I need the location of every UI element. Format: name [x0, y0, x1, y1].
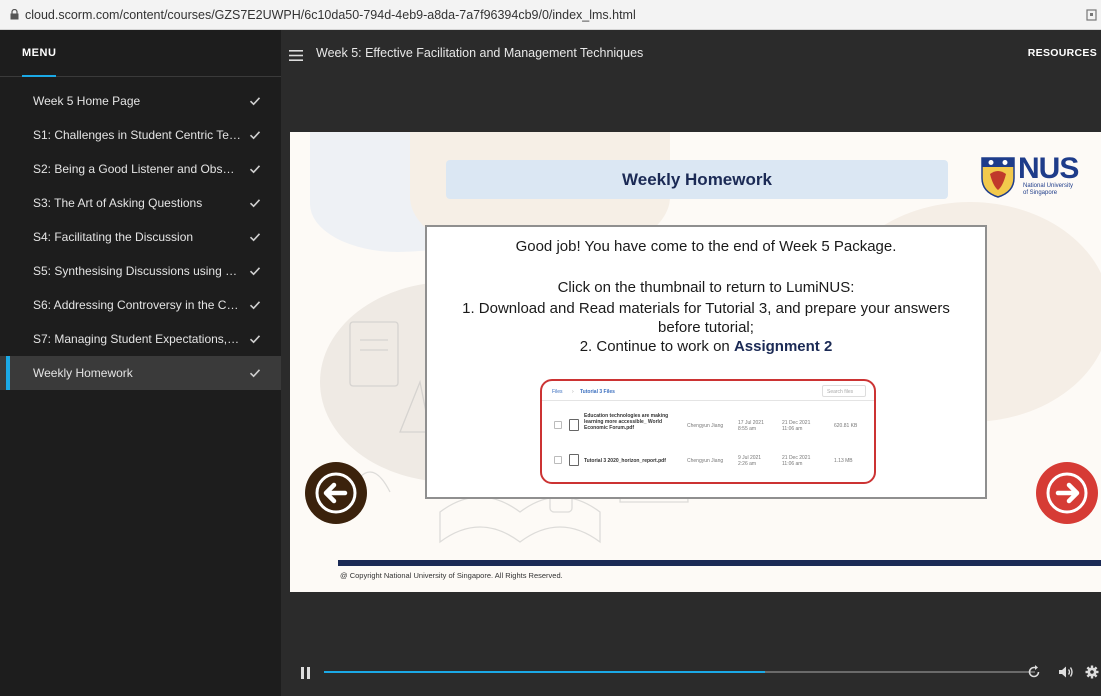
thumbnail-crumb-folder: Tutorial 3 Files — [580, 389, 615, 395]
menu-item[interactable]: S3: The Art of Asking Questions — [0, 186, 281, 220]
assignment-name: Assignment 2 — [733, 338, 833, 355]
menu-item-label: Weekly Homework — [33, 366, 133, 380]
menu-item[interactable]: Weekly Homework — [0, 356, 281, 390]
resources-button[interactable]: RESOURCES — [1028, 30, 1097, 76]
menu-item-label: S7: Managing Student Expectations, Ethic… — [33, 332, 249, 346]
menu-list: Week 5 Home Page S1: Challenges in Studen… — [0, 84, 281, 390]
instruction-step-2: 2. Continue to work on Assignment 2 — [427, 337, 985, 356]
url-text: cloud.scorm.com/content/courses/GZS7E2UW… — [25, 7, 636, 22]
browser-address-bar[interactable]: cloud.scorm.com/content/courses/GZS7E2UW… — [0, 0, 1101, 30]
progress-track[interactable] — [324, 671, 1035, 673]
thumbnail-header: Files › Tutorial 3 Files Search files — [542, 381, 874, 401]
check-icon — [249, 233, 261, 242]
menu-item[interactable]: S7: Managing Student Expectations, Ethic… — [0, 322, 281, 356]
file-checkbox — [554, 456, 562, 464]
file-owner: Chengyun Jiang — [687, 423, 724, 429]
file-name: Education technologies are making learni… — [584, 413, 669, 431]
menu-item-label: S4: Facilitating the Discussion — [33, 230, 194, 244]
check-icon — [249, 369, 261, 378]
nus-subtitle-line: National University — [1023, 183, 1074, 189]
check-icon — [249, 301, 261, 310]
arrow-left-icon — [315, 472, 357, 514]
extension-icon[interactable] — [1085, 8, 1099, 22]
slide-canvas: Weekly Homework NUS National University … — [290, 132, 1101, 592]
menu-item[interactable]: S5: Synthesising Discussions using Mind … — [0, 254, 281, 288]
file-owner: Chengyun Jiang — [687, 458, 724, 464]
progress-fill — [324, 671, 765, 673]
menu-item[interactable]: S4: Facilitating the Discussion — [0, 220, 281, 254]
settings-icon[interactable] — [1085, 665, 1099, 679]
course-menu-sidebar: MENU Week 5 Home Page S1: Challenges in S… — [0, 30, 281, 696]
lock-icon — [10, 9, 19, 20]
file-size: 1.13 MB — [834, 458, 853, 464]
replay-icon[interactable] — [1027, 665, 1041, 679]
instruction-intro: Click on the thumbnail to return to Lumi… — [557, 279, 855, 296]
previous-slide-button[interactable] — [305, 462, 367, 524]
instruction-step-2-text: 2. Continue to work on — [579, 338, 734, 355]
menu-item-label: S6: Addressing Controversy in the Classr… — [33, 298, 249, 312]
file-checkbox — [554, 421, 562, 429]
hamburger-icon[interactable] — [289, 48, 303, 61]
file-modified-date: 21 Dec 2021 11:06 am — [782, 455, 811, 467]
menu-item-label: S5: Synthesising Discussions using Mind … — [33, 264, 249, 278]
file-size: 620.81 KB — [834, 423, 858, 429]
file-name: Tutorial 3 2020_horizon_report.pdf — [584, 458, 666, 464]
slide-title: Weekly Homework — [446, 160, 948, 199]
nus-subtitle-line: of Singapore — [1023, 190, 1058, 196]
instruction-step-1: 1. Download and Read materials for Tutor… — [462, 300, 950, 317]
menu-item-label: S2: Being a Good Listener and Observer — [33, 162, 249, 176]
file-modified-date: 21 Dec 2021 11:06 am — [782, 420, 811, 432]
nus-subtitle: National University of Singapore — [1023, 183, 1083, 197]
menu-item[interactable]: S1: Challenges in Student Centric Teachi… — [0, 118, 281, 152]
check-icon — [249, 97, 261, 106]
nus-wordmark: NUS — [1018, 152, 1079, 185]
check-icon — [249, 199, 261, 208]
thumbnail-crumb-separator: › — [572, 389, 574, 395]
menu-item-label: S1: Challenges in Student Centric Teachi… — [33, 128, 249, 142]
thumbnail-crumb-files: Files — [552, 389, 563, 395]
top-bar: Week 5: Effective Facilitation and Manag… — [281, 30, 1101, 76]
slide-footer-bar — [338, 560, 1101, 566]
check-icon — [249, 335, 261, 344]
menu-item-label: Week 5 Home Page — [33, 94, 141, 108]
media-player-bar — [281, 650, 1101, 696]
copyright-text: @ Copyright National University of Singa… — [340, 571, 563, 580]
check-icon — [249, 267, 261, 276]
check-icon — [249, 165, 261, 174]
homework-content-box: Good job! You have come to the end of We… — [425, 225, 987, 499]
thumbnail-file-row: Tutorial 3 2020_horizon_report.pdf Chengy… — [542, 445, 874, 482]
check-icon — [249, 131, 261, 140]
luminus-thumbnail-link[interactable]: Files › Tutorial 3 Files Search files Ed… — [540, 379, 876, 484]
nus-logo: NUS National University of Singapore — [980, 152, 1085, 202]
nus-crest-icon — [981, 157, 1015, 198]
completion-message: Good job! You have come to the end of We… — [515, 238, 897, 255]
menu-item-label: S3: The Art of Asking Questions — [33, 196, 203, 210]
menu-item[interactable]: Week 5 Home Page — [0, 84, 281, 118]
menu-item[interactable]: S2: Being a Good Listener and Observer — [0, 152, 281, 186]
volume-icon[interactable] — [1058, 665, 1074, 679]
file-upload-date: 17 Jul 2021 8:55 am — [738, 420, 764, 432]
menu-header: MENU — [22, 47, 57, 59]
instruction-step-1-cont: before tutorial; — [658, 319, 754, 336]
arrow-right-icon — [1046, 472, 1088, 514]
course-title: Week 5: Effective Facilitation and Manag… — [316, 46, 644, 60]
next-slide-button[interactable] — [1036, 462, 1098, 524]
thumbnail-search-box: Search files — [822, 385, 866, 397]
menu-item[interactable]: S6: Addressing Controversy in the Classr… — [0, 288, 281, 322]
menu-header-underline — [22, 75, 56, 77]
file-upload-date: 9 Jul 2021 2:26 am — [738, 455, 762, 467]
pdf-file-icon — [569, 454, 579, 466]
thumbnail-file-row: Education technologies are making learni… — [542, 407, 874, 447]
pause-icon[interactable] — [301, 666, 310, 679]
pdf-file-icon — [569, 419, 579, 431]
